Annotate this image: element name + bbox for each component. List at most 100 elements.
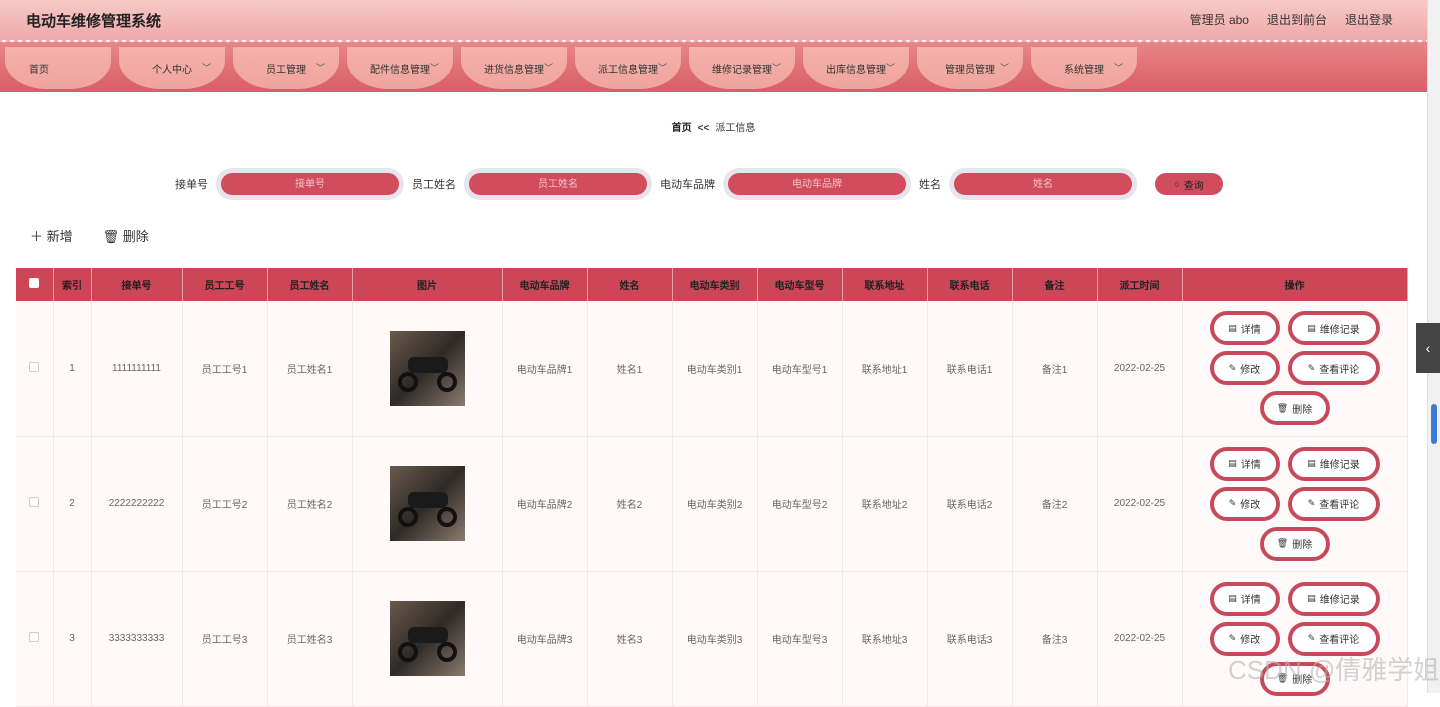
chevron-down-icon: ﹀	[885, 63, 895, 73]
select-all-cell[interactable]	[16, 268, 54, 301]
cell-time: 2022-02-25	[1097, 571, 1183, 707]
table-row: 2 2222222222 员工工号2 员工姓名2 电动车品牌2 姓名2 电动车类别2 电动车型…	[16, 436, 1408, 572]
cell-brand: 电动车品牌2	[502, 436, 588, 572]
select-all-checkbox[interactable]	[29, 278, 40, 288]
search-field-wrap	[464, 168, 652, 200]
column-header: 电动车型号	[757, 268, 843, 301]
chevron-down-icon: ﹀	[543, 63, 553, 73]
nav-dispatch[interactable]: 派工信息管理 ﹀	[575, 47, 681, 89]
nav-admin[interactable]: 管理员管理 ﹀	[917, 47, 1023, 89]
pencil-icon: ✎	[1228, 633, 1237, 643]
row-select-cell[interactable]	[16, 436, 54, 572]
nav-home[interactable]: 首页	[5, 47, 111, 89]
add-button[interactable]: ＋ 新增	[30, 226, 73, 245]
repair-label: 维修记录	[1319, 324, 1360, 336]
query-button[interactable]: ○ 查询	[1155, 173, 1223, 195]
cell-index: 2	[53, 436, 92, 572]
search-bar: 接单号 员工姓名 电动车品牌 姓名 ○查询	[175, 168, 1223, 200]
cell-index: 3	[53, 571, 92, 707]
column-header: 备注	[1012, 268, 1098, 301]
search-field-wrap	[949, 168, 1137, 200]
document-icon: ▤	[1307, 593, 1316, 603]
table-row: 1 1111111111 员工工号1 员工姓名1 电动车品牌1 姓名1 电动车类别1 电动车型…	[16, 301, 1408, 437]
column-header: 派工时间	[1097, 268, 1183, 301]
trash-icon: 🗑	[1276, 402, 1289, 413]
row-delete-button[interactable]: 🗑 删除	[1259, 526, 1330, 561]
column-header: 接单号	[91, 268, 183, 301]
row-checkbox[interactable]	[29, 361, 40, 372]
repair-record-button[interactable]: ▤ 维修记录	[1287, 581, 1380, 616]
column-header: 联系地址	[842, 268, 928, 301]
breadcrumb-home[interactable]: 首页	[672, 123, 692, 134]
cell-brand: 电动车品牌3	[502, 571, 588, 707]
nav-label: 管理员管理	[945, 64, 995, 76]
column-header: 姓名	[587, 268, 673, 301]
cell-model: 电动车型号3	[757, 571, 843, 707]
nav-purchase[interactable]: 进货信息管理 ﹀	[461, 47, 567, 89]
cell-category: 电动车类别3	[672, 571, 758, 707]
cell-note: 备注3	[1012, 571, 1098, 707]
brand-input[interactable]	[728, 173, 906, 195]
cell-address: 联系地址1	[842, 301, 928, 437]
exit-to-frontend-link[interactable]: 退出到前台	[1267, 11, 1327, 28]
row-delete-button[interactable]: 🗑 删除	[1259, 391, 1330, 426]
main-nav: 首页 个人中心 ﹀ 员工管理 ﹀ 配件信息管理 ﹀ 进货信息管理 ﹀ 派工信息管理 ﹀ 维…	[5, 47, 1137, 89]
row-select-cell[interactable]	[16, 301, 54, 437]
search-field-wrap	[216, 168, 404, 200]
column-header: 图片	[352, 268, 503, 301]
cell-category: 电动车类别1	[672, 301, 758, 437]
view-review-button[interactable]: ✎ 查看评论	[1287, 486, 1380, 521]
cell-model: 电动车型号1	[757, 301, 843, 437]
nav-personal-center[interactable]: 个人中心 ﹀	[119, 47, 225, 89]
search-label-order: 接单号	[175, 179, 208, 191]
topbar: 电动车维修管理系统 管理员 abo 退出到前台 退出登录	[0, 0, 1427, 42]
nav-repair-records[interactable]: 维修记录管理 ﹀	[689, 47, 795, 89]
delete-label: 删除	[122, 229, 149, 244]
order-no-input[interactable]	[221, 173, 399, 195]
nav-parts[interactable]: 配件信息管理 ﹀	[347, 47, 453, 89]
ebike-image	[389, 330, 465, 406]
nav-label: 派工信息管理	[598, 64, 658, 76]
repair-record-button[interactable]: ▤ 维修记录	[1287, 311, 1380, 346]
ops-cell: ▤ 详情 ▤ 维修记录 ✎ 修改 ✎ 查看评论 🗑 删除	[1182, 436, 1408, 572]
scrollbar-thumb[interactable]	[1431, 404, 1437, 444]
nav-label: 个人中心	[152, 64, 192, 76]
chevron-down-icon: ﹀	[657, 63, 667, 73]
row-select-cell[interactable]	[16, 571, 54, 707]
chevron-down-icon: ﹀	[1113, 63, 1123, 73]
row-checkbox[interactable]	[29, 632, 40, 642]
nav-system[interactable]: 系统管理 ﹀	[1031, 47, 1137, 89]
cell-name: 姓名1	[587, 301, 673, 437]
repair-record-button[interactable]: ▤ 维修记录	[1287, 446, 1380, 481]
admin-user-link[interactable]: 管理员 abo	[1190, 11, 1249, 28]
detail-button[interactable]: ▤ 详情	[1209, 446, 1280, 481]
pencil-icon: ✎	[1307, 633, 1316, 643]
column-header: 电动车品牌	[502, 268, 588, 301]
cell-emp_no: 员工工号1	[182, 301, 268, 437]
cell-brand: 电动车品牌1	[502, 301, 588, 437]
logout-link[interactable]: 退出登录	[1345, 11, 1393, 28]
detail-button[interactable]: ▤ 详情	[1209, 581, 1280, 616]
edit-button[interactable]: ✎ 修改	[1209, 351, 1280, 386]
view-review-button[interactable]: ✎ 查看评论	[1287, 351, 1380, 386]
plus-icon: ＋	[30, 229, 44, 244]
chevron-down-icon: ﹀	[201, 63, 211, 73]
nav-outbound[interactable]: 出库信息管理 ﹀	[803, 47, 909, 89]
batch-delete-button[interactable]: 🗑 删除	[103, 226, 149, 245]
row-checkbox[interactable]	[29, 497, 40, 507]
detail-button[interactable]: ▤ 详情	[1209, 311, 1280, 346]
ebike-image	[389, 601, 465, 676]
table-header-row: 索引 接单号 员工工号 员工姓名 图片 电动车品牌 姓名 电动车类别 电动车型号…	[16, 268, 1408, 301]
employee-name-input[interactable]	[469, 173, 647, 195]
document-icon: ▤	[1228, 593, 1237, 603]
cell-emp_no: 员工工号3	[182, 571, 268, 707]
review-label: 查看评论	[1319, 500, 1360, 511]
search-label-name: 姓名	[919, 179, 941, 191]
cell-note: 备注2	[1012, 436, 1098, 572]
chevron-left-icon[interactable]: ‹	[1416, 323, 1440, 373]
edit-button[interactable]: ✎ 修改	[1209, 486, 1280, 521]
nav-employee[interactable]: 员工管理 ﹀	[233, 47, 339, 89]
cell-order: 2222222222	[91, 436, 183, 572]
breadcrumb: 首页 << 派工信息	[0, 119, 1427, 134]
name-input[interactable]	[954, 173, 1132, 195]
